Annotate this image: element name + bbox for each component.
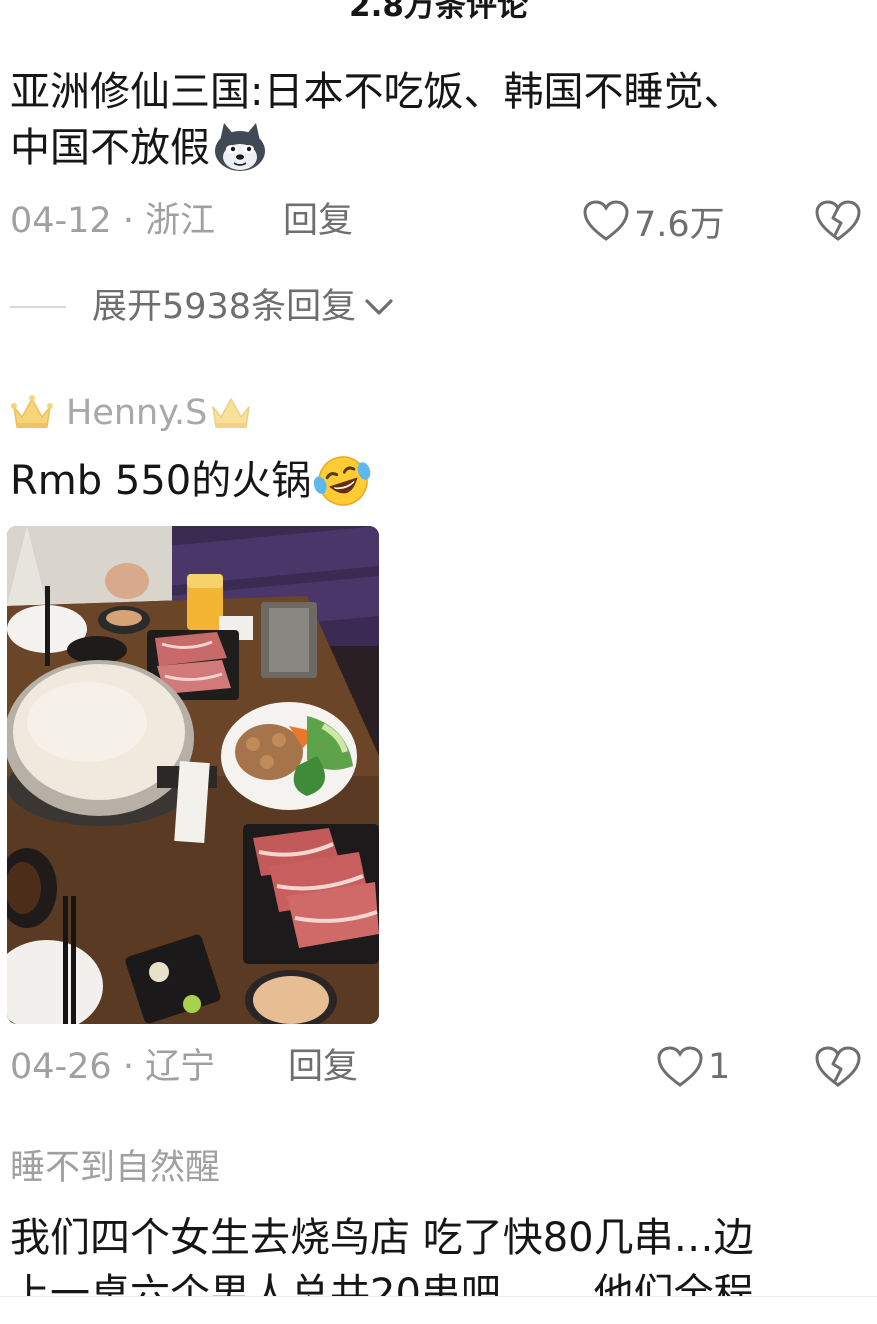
username[interactable]: 睡不到自然醒 (10, 1144, 220, 1192)
heart-outline-icon (656, 1045, 704, 1089)
like-count: 7.6万 (634, 204, 725, 245)
heart-outline-icon (582, 199, 630, 243)
divider-line (10, 306, 66, 308)
comment-meta-row: 04-26 · 辽宁 回复 1 (10, 1042, 862, 1092)
reply-button[interactable]: 回复 (288, 1042, 358, 1092)
username[interactable]: Henny.S (66, 393, 207, 433)
laugh-cry-emoji-icon (313, 453, 373, 509)
doge-emoji-icon (212, 123, 268, 173)
comment-line-2: 中国不放假 (10, 120, 860, 176)
comment-count-header: 2.8万条评论 (349, 0, 528, 24)
reply-button[interactable]: 回复 (283, 196, 353, 246)
comment-user-row: Henny.S (10, 388, 253, 438)
chevron-down-icon (364, 297, 394, 317)
comment-text: 亚洲修仙三国:日本不吃饭、韩国不睡觉、 中国不放假 (10, 64, 860, 176)
comment-text: Rmb 550的火锅 (10, 453, 860, 509)
expand-replies-label: 展开5938条回复 (92, 287, 357, 327)
expand-replies-button[interactable]: 展开5938条回复 (10, 284, 394, 330)
comment-date-location: 04-26 · 辽宁 (10, 1047, 216, 1087)
comment-line: Rmb 550的火锅 (10, 453, 860, 509)
like-button[interactable]: 1 (656, 1042, 730, 1092)
like-count: 1 (708, 1047, 731, 1087)
comment-date-location: 04-12 · 浙江 (10, 201, 216, 241)
like-button[interactable]: 7.6万 (582, 196, 725, 246)
comment-line-2-text: 中国不放假 (10, 125, 210, 171)
comment-line-1: 我们四个女生去烧鸟店 吃了快80几串…边 (10, 1215, 754, 1261)
crown-icon (10, 393, 54, 433)
comment-meta-row: 04-12 · 浙江 回复 7.6万 (10, 196, 862, 246)
crown-badge-icon (209, 393, 253, 433)
comment-line-1: 亚洲修仙三国:日本不吃饭、韩国不睡觉、 (10, 69, 744, 115)
comment-line-text: Rmb 550的火锅 (10, 458, 312, 504)
broken-heart-icon[interactable] (814, 1045, 862, 1089)
broken-heart-icon[interactable] (814, 199, 862, 243)
bottom-edge (0, 1296, 877, 1324)
hotpot-photo[interactable] (7, 526, 379, 1024)
